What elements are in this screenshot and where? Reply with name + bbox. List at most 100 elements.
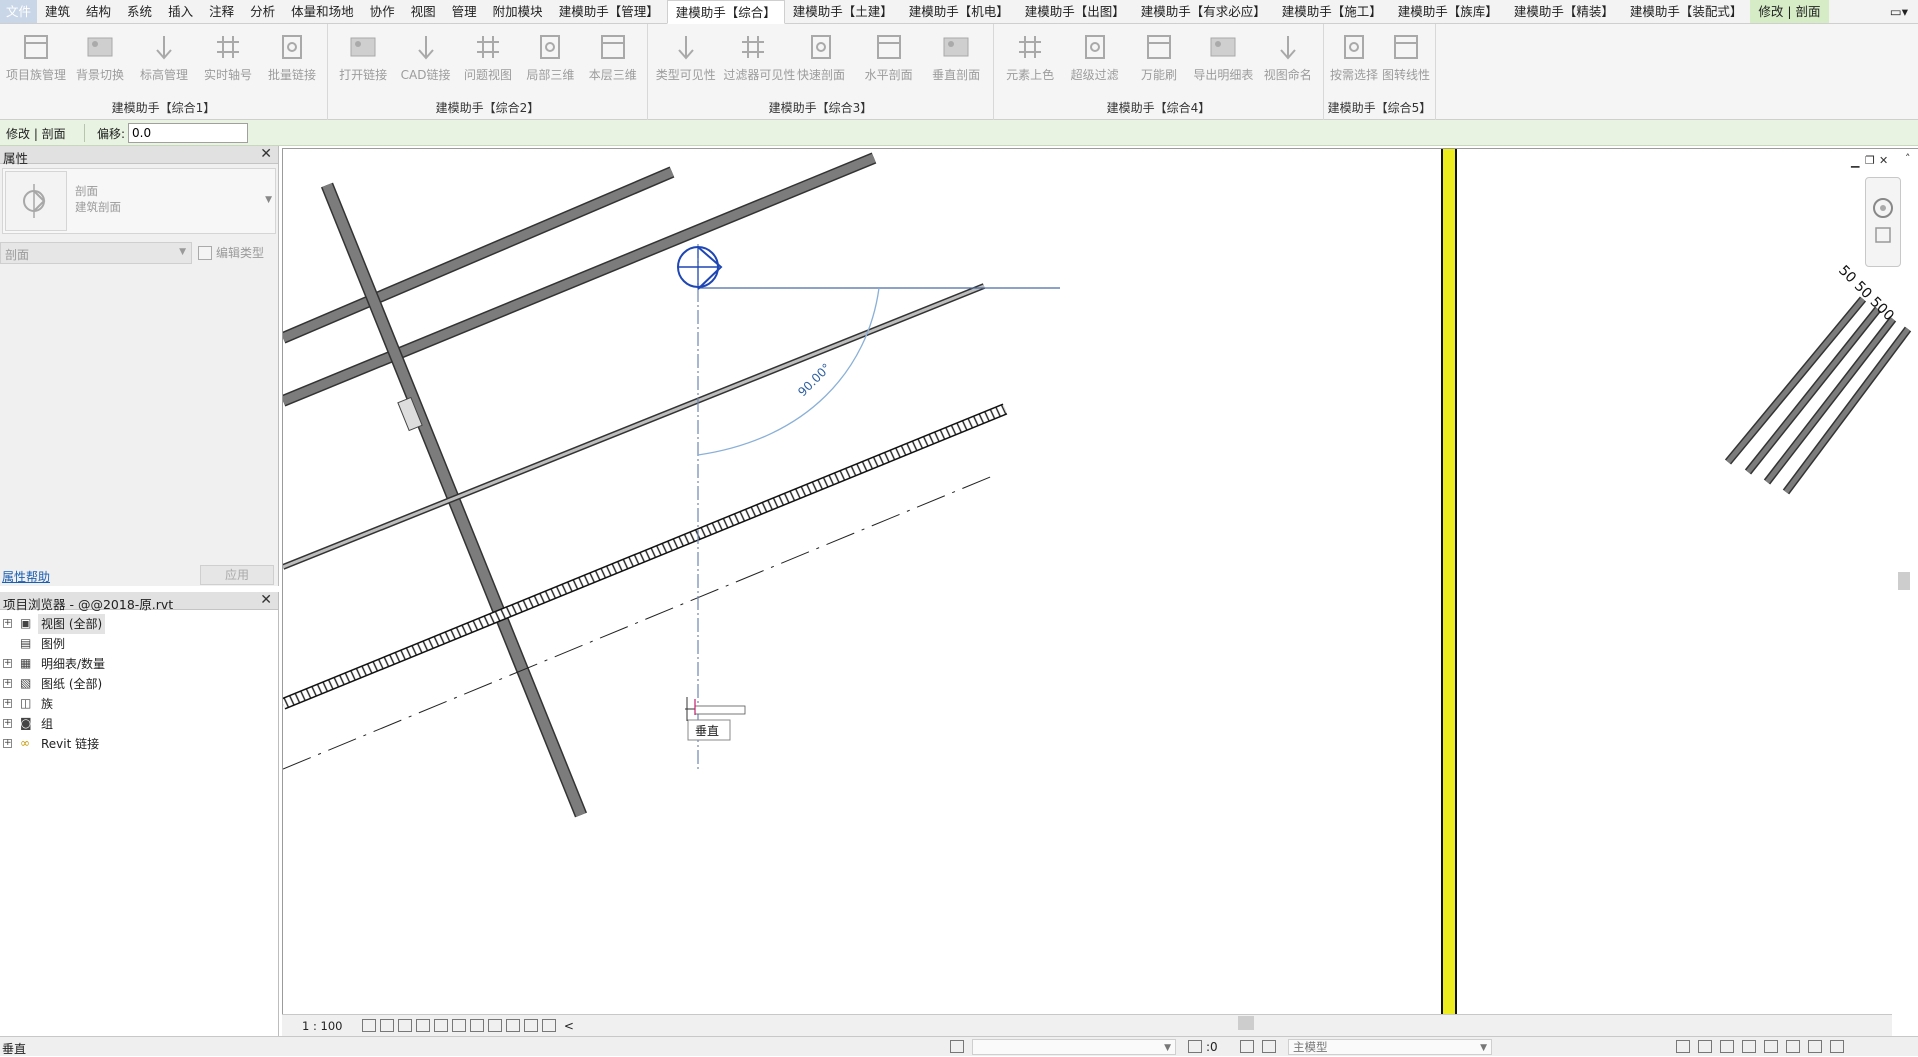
select-face-icon[interactable]	[1742, 1040, 1756, 1053]
scroll-up-icon[interactable]: ˄	[1905, 152, 1911, 165]
tab-1[interactable]: 结构	[78, 0, 119, 23]
tree-item[interactable]: + ◙ 组	[0, 714, 278, 734]
design-option-select[interactable]: 主模型 ▼	[1288, 1039, 1492, 1055]
drag-elements-icon[interactable]	[1764, 1040, 1778, 1053]
filter-icon[interactable]	[1808, 1040, 1822, 1053]
close-icon[interactable]: ✕	[260, 146, 272, 162]
level-manager-button[interactable]: 标高管理	[134, 26, 194, 94]
detail-level-icon[interactable]	[362, 1019, 376, 1032]
tab-14[interactable]: 建模助手【机电】	[901, 0, 1017, 23]
temp-hide-icon[interactable]	[488, 1019, 502, 1032]
apply-button[interactable]: 应用	[200, 565, 274, 585]
sun-path-icon[interactable]	[398, 1019, 412, 1032]
tree-item[interactable]: + ∞ Revit 链接	[0, 734, 278, 754]
tab-3[interactable]: 插入	[160, 0, 201, 23]
tab-19[interactable]: 建模助手【精装】	[1506, 0, 1622, 23]
horizontal-section-button[interactable]: 水平剖面	[859, 26, 919, 94]
collapse-icon[interactable]: <	[564, 1019, 574, 1033]
batch-link-button[interactable]: 批量链接	[262, 26, 322, 94]
tab-8[interactable]: 视图	[403, 0, 444, 23]
view-name-button[interactable]: 视图命名	[1258, 26, 1318, 94]
element-color-button[interactable]: 元素上色	[1000, 26, 1060, 94]
super-filter-button[interactable]: 超级过滤	[1065, 26, 1125, 94]
vertical-section-button[interactable]: 垂直剖面	[926, 26, 986, 94]
filter-visibility-button[interactable]: 过滤器可见性	[723, 26, 795, 94]
reveal-hidden-icon[interactable]	[506, 1019, 520, 1032]
floor-3d-button[interactable]: 本层三维	[583, 26, 643, 94]
tab-18[interactable]: 建模助手【族库】	[1390, 0, 1506, 23]
expand-icon[interactable]: +	[3, 719, 12, 728]
drawing-canvas[interactable]: 90.00° 垂直 50 50 500 ▁ ❐ ✕ ˄	[282, 148, 1918, 1015]
open-link-button[interactable]: 打开链接	[333, 26, 393, 94]
tab-9[interactable]: 管理	[444, 0, 485, 23]
image-to-line-button[interactable]: 图转线性	[1376, 26, 1436, 94]
tab-4[interactable]: 注释	[201, 0, 242, 23]
quick-section-button[interactable]: 快速剖面	[791, 26, 851, 94]
constraints-icon[interactable]	[542, 1019, 556, 1032]
tab-2[interactable]: 系统	[119, 0, 160, 23]
instance-filter-select[interactable]: 剖面 ▼	[0, 242, 192, 264]
export-schedule-button[interactable]: 导出明细表	[1193, 26, 1253, 94]
background-process-icon[interactable]	[1786, 1040, 1800, 1053]
analysis-icon[interactable]	[524, 1019, 538, 1032]
expand-icon[interactable]: +	[3, 679, 12, 688]
tab-16[interactable]: 建模助手【有求必应】	[1133, 0, 1274, 23]
type-selector[interactable]: 剖面 建筑剖面 ▼	[2, 168, 276, 234]
family-manager-button[interactable]: 项目族管理	[6, 26, 66, 94]
tree-item[interactable]: + ◫ 族	[0, 694, 278, 714]
unlock-3d-icon[interactable]	[470, 1019, 484, 1032]
ribbon-panel-title[interactable]: 建模助手【综合1】	[0, 99, 327, 116]
properties-help-link[interactable]: 属性帮助	[2, 568, 50, 585]
type-visibility-button[interactable]: 类型可见性	[656, 26, 716, 94]
tree-item[interactable]: + ▦ 明细表/数量	[0, 654, 278, 674]
select-filter-button[interactable]: 按需选择	[1324, 26, 1384, 94]
tab-20[interactable]: 建模助手【装配式】	[1622, 0, 1751, 23]
shadows-icon[interactable]	[416, 1019, 430, 1032]
tab-7[interactable]: 协作	[362, 0, 403, 23]
expand-icon[interactable]: +	[3, 739, 12, 748]
ribbon-panel-title[interactable]: 建模助手【综合4】	[994, 99, 1323, 116]
view-scale[interactable]: 1 : 100	[302, 1019, 342, 1033]
steering-wheel-icon[interactable]	[1866, 178, 1902, 268]
tab-6[interactable]: 体量和场地	[283, 0, 362, 23]
expand-icon[interactable]: +	[3, 699, 12, 708]
expand-icon[interactable]: +	[3, 619, 12, 628]
grid-number-button[interactable]: 实时轴号	[198, 26, 258, 94]
close-icon[interactable]: ✕	[260, 592, 272, 608]
close-view-icon[interactable]: ✕	[1879, 154, 1888, 167]
ribbon-panel-title[interactable]: 建模助手【综合5】	[1324, 99, 1435, 116]
brush-button[interactable]: 万能刷	[1129, 26, 1189, 94]
offset-input[interactable]	[128, 123, 248, 143]
select-pinned-icon[interactable]	[1720, 1040, 1734, 1053]
select-underlay-icon[interactable]	[1698, 1040, 1712, 1053]
tab-0[interactable]: 建筑	[37, 0, 78, 23]
select-links-icon[interactable]	[1676, 1040, 1690, 1053]
minimize-view-icon[interactable]: ▁	[1851, 155, 1859, 168]
navigation-bar[interactable]	[1865, 177, 1901, 267]
horizontal-scrollbar[interactable]	[1238, 1016, 1254, 1030]
show-crop-icon[interactable]	[452, 1019, 466, 1032]
local-3d-button[interactable]: 局部三维	[520, 26, 580, 94]
tree-item[interactable]: ▤ 图例	[0, 634, 278, 654]
section-head[interactable]	[677, 246, 723, 290]
tab-5[interactable]: 分析	[242, 0, 283, 23]
tree-item[interactable]: + ▣ 视图 (全部)	[0, 614, 278, 634]
vertical-scrollbar[interactable]	[1898, 572, 1910, 590]
tree-item[interactable]: + ▧ 图纸 (全部)	[0, 674, 278, 694]
tab-15[interactable]: 建模助手【出图】	[1017, 0, 1133, 23]
background-switch-button[interactable]: 背景切换	[70, 26, 130, 94]
ribbon-panel-title[interactable]: 建模助手【综合3】	[648, 99, 993, 116]
workset-select[interactable]: ▼	[972, 1039, 1176, 1055]
ribbon-display-menu[interactable]: ▭▾	[1880, 0, 1918, 23]
expand-icon[interactable]: +	[3, 659, 12, 668]
crop-view-icon[interactable]	[434, 1019, 448, 1032]
tab-11[interactable]: 建模助手【管理】	[551, 0, 667, 23]
visual-style-icon[interactable]	[380, 1019, 394, 1032]
issue-view-button[interactable]: 问题视图	[458, 26, 518, 94]
tab-10[interactable]: 附加模块	[485, 0, 551, 23]
file-tab[interactable]: 文件	[0, 0, 38, 23]
tab-21[interactable]: 修改 | 剖面	[1750, 0, 1829, 23]
cad-link-button[interactable]: CAD链接	[396, 26, 456, 94]
restore-view-icon[interactable]: ❐	[1865, 154, 1875, 167]
edit-type-button[interactable]: 编辑类型	[198, 244, 264, 261]
